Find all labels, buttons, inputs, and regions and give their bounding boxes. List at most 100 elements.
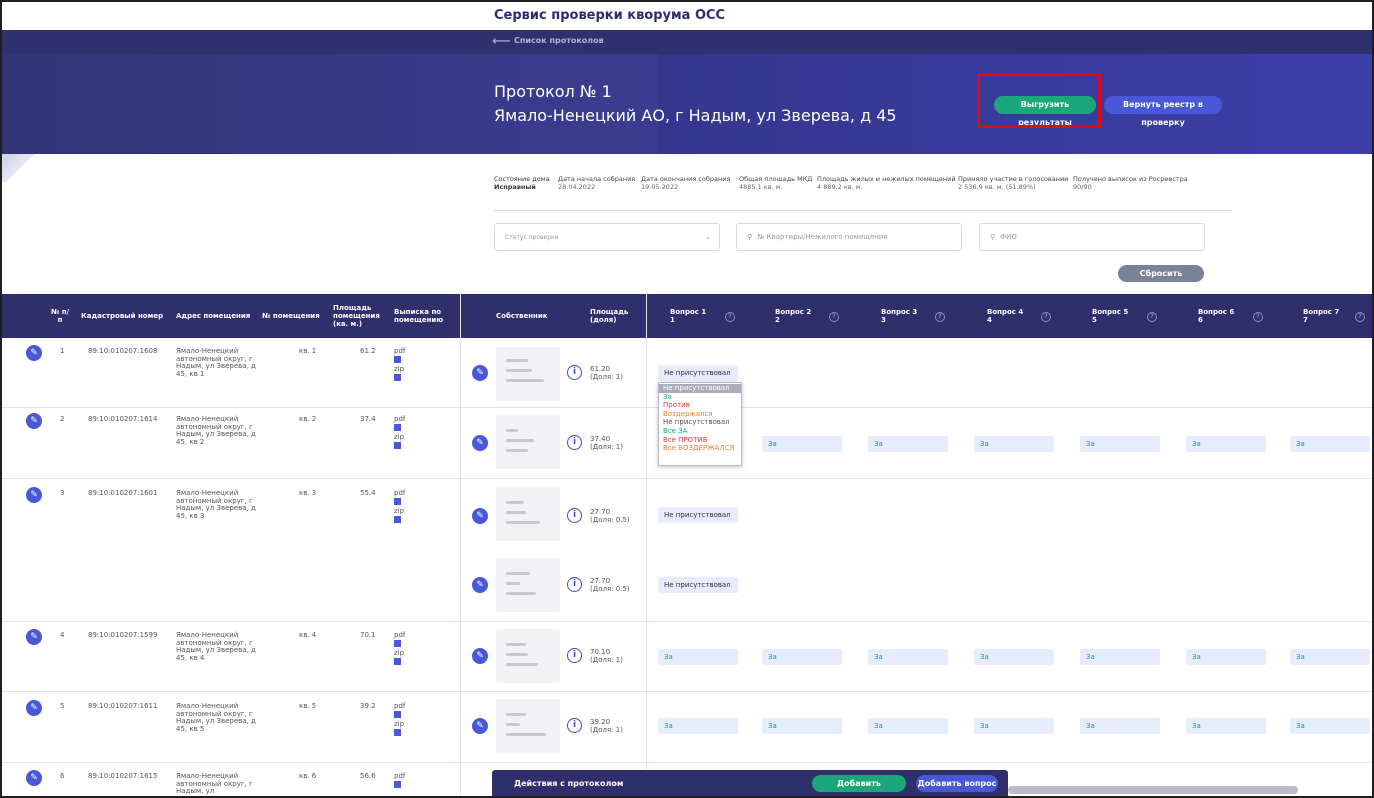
download-zip-icon[interactable] <box>394 442 401 449</box>
vote-select[interactable]: За <box>1080 436 1160 452</box>
edit-owner-icon[interactable]: ✎ <box>472 648 488 664</box>
edit-icon[interactable]: ✎ <box>26 770 42 786</box>
download-zip-icon[interactable] <box>394 516 401 523</box>
info-icon[interactable]: i <box>567 648 582 663</box>
edit-icon[interactable]: ✎ <box>26 413 42 429</box>
add-room-button[interactable]: Добавить помещение <box>812 775 906 792</box>
vote-select[interactable]: За <box>868 718 948 734</box>
download-pdf-icon[interactable] <box>394 781 401 788</box>
dropdown-option[interactable]: Воздержался <box>659 410 741 419</box>
pdf-label: pdf <box>394 415 406 423</box>
stat-extracts: Получено выписок из Росреестра 90/90 <box>1073 175 1188 191</box>
vote-select[interactable]: За <box>974 718 1054 734</box>
edit-owner-icon[interactable]: ✎ <box>472 508 488 524</box>
edit-owner-icon[interactable]: ✎ <box>472 435 488 451</box>
dropdown-option[interactable]: Все ВОЗДЕРЖАЛСЯ <box>659 444 741 453</box>
vote-select[interactable]: За <box>868 436 948 452</box>
vote-select[interactable]: За <box>1186 718 1266 734</box>
edit-icon[interactable]: ✎ <box>26 487 42 503</box>
dropdown-option[interactable]: Не присутствовал <box>659 418 741 427</box>
vote-select[interactable]: За <box>658 649 738 665</box>
vote-select[interactable]: За <box>1080 649 1160 665</box>
download-pdf-icon[interactable] <box>394 498 401 505</box>
extract-downloads: pdf zip <box>394 702 405 738</box>
help-icon[interactable]: ? <box>935 312 945 322</box>
vote-select[interactable]: Не присутствовал <box>658 577 738 593</box>
dropdown-option[interactable]: Против <box>659 401 741 410</box>
fio-search-input[interactable]: ⚲ ФИО <box>979 223 1205 251</box>
edit-owner-icon[interactable]: ✎ <box>472 718 488 734</box>
help-icon[interactable]: ? <box>1147 312 1157 322</box>
edit-owner-icon[interactable]: ✎ <box>472 577 488 593</box>
vote-select[interactable]: За <box>762 649 842 665</box>
vote-select[interactable]: За <box>1290 649 1370 665</box>
col-area: Площадь помещения (кв. м.) <box>333 304 380 328</box>
row-num: 3 <box>60 489 65 497</box>
download-pdf-icon[interactable] <box>394 640 401 647</box>
info-icon[interactable]: i <box>567 435 582 450</box>
row-divider <box>2 762 1372 763</box>
vote-select[interactable]: За <box>1186 436 1266 452</box>
top-bar: Сервис проверки кворума ОСС <box>2 2 1372 30</box>
edit-owner-icon[interactable]: ✎ <box>472 365 488 381</box>
info-icon[interactable]: i <box>567 508 582 523</box>
reset-filters-button[interactable]: Сбросить фильтры <box>1118 265 1204 295</box>
vote-select[interactable]: За <box>1290 436 1370 452</box>
vote-select[interactable]: За <box>868 649 948 665</box>
pdf-label: pdf <box>394 347 406 355</box>
horizontal-scrollbar[interactable] <box>1008 786 1298 794</box>
help-icon[interactable]: ? <box>1253 312 1263 322</box>
return-to-check-button[interactable]: Вернуть реестр в проверку <box>1104 96 1222 127</box>
help-icon[interactable]: ? <box>1041 312 1051 322</box>
edit-icon[interactable]: ✎ <box>26 629 42 645</box>
vote-select[interactable]: За <box>1186 649 1266 665</box>
back-arrow-icon[interactable]: ⟵ <box>492 34 511 49</box>
vote-select[interactable]: За <box>1290 718 1370 734</box>
pdf-label: pdf <box>394 772 406 780</box>
download-zip-icon[interactable] <box>394 729 401 736</box>
row-num: 4 <box>60 631 65 639</box>
back-to-protocols-link[interactable]: Список протоколов <box>514 36 604 45</box>
vote-select[interactable]: За <box>974 649 1054 665</box>
vote-select[interactable]: За <box>762 436 842 452</box>
extract-downloads: pdf zip <box>394 631 405 667</box>
download-pdf-icon[interactable] <box>394 356 401 363</box>
edit-icon[interactable]: ✎ <box>26 345 42 361</box>
col-question-2: Вопрос 22 <box>775 308 812 324</box>
download-zip-icon[interactable] <box>394 374 401 381</box>
dropdown-option[interactable]: Все ЗА <box>659 427 741 436</box>
vote-select[interactable]: За <box>658 718 738 734</box>
pdf-label: pdf <box>394 702 406 710</box>
vote-select[interactable]: За <box>1080 718 1160 734</box>
owner-share: 27.70 (Доля: 0.5) <box>590 508 630 524</box>
table-header: № п/п Кадастровый номер Адрес помещения … <box>2 294 1372 338</box>
row-divider <box>2 691 1372 692</box>
column-divider <box>460 294 461 796</box>
pdf-label: pdf <box>394 631 406 639</box>
info-icon[interactable]: i <box>567 718 582 733</box>
dropdown-option[interactable]: Не присутствовал <box>659 384 741 393</box>
dropdown-option[interactable]: Все ПРОТИВ <box>659 436 741 445</box>
info-icon[interactable]: i <box>567 365 582 380</box>
owner-name-blurred <box>496 558 560 612</box>
vote-select[interactable]: За <box>762 718 842 734</box>
help-icon[interactable]: ? <box>725 312 735 322</box>
vote-select[interactable]: Не присутствовал <box>658 365 738 381</box>
info-icon[interactable]: i <box>567 577 582 592</box>
help-icon[interactable]: ? <box>1355 312 1365 322</box>
download-pdf-icon[interactable] <box>394 711 401 718</box>
download-pdf-icon[interactable] <box>394 424 401 431</box>
download-zip-icon[interactable] <box>394 658 401 665</box>
cadastral-number: 89:10:010207:1601 <box>88 489 158 497</box>
owner-share: 70.10 (Доля: 1) <box>590 648 623 664</box>
status-filter-select[interactable]: Статус проверки ⌄ <box>494 223 720 251</box>
header-left-panel <box>2 54 658 154</box>
owner-name-blurred <box>496 415 560 469</box>
edit-icon[interactable]: ✎ <box>26 700 42 716</box>
dropdown-option[interactable]: За <box>659 393 741 402</box>
apartment-search-input[interactable]: ⚲ № Квартиры/Нежилого помещения <box>736 223 962 251</box>
vote-select[interactable]: За <box>974 436 1054 452</box>
add-question-button[interactable]: Добавить вопрос <box>916 775 998 792</box>
vote-select[interactable]: Не присутствовал <box>658 507 738 523</box>
help-icon[interactable]: ? <box>829 312 839 322</box>
